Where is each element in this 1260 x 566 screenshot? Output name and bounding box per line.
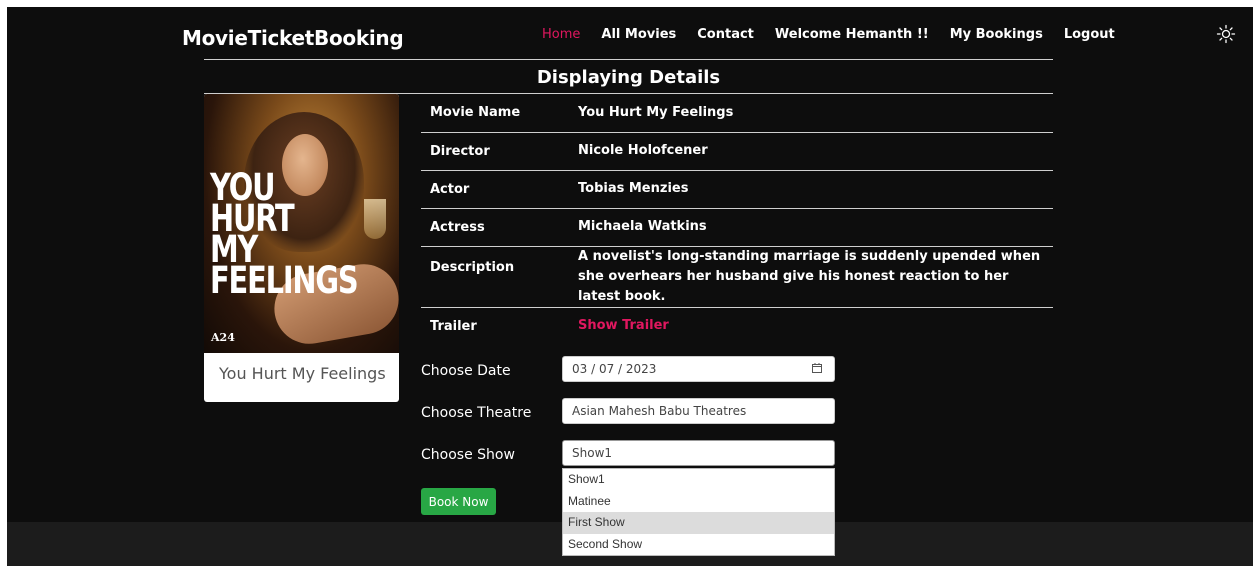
table-row: Actor Tobias Menzies <box>421 169 1053 208</box>
detail-key: Movie Name <box>430 105 521 121</box>
show-option[interactable]: Show1 <box>563 469 834 491</box>
table-row: Actress Michaela Watkins <box>421 207 1053 246</box>
choose-date-label: Choose Date <box>421 363 511 379</box>
detail-value: A novelist's long-standing marriage is s… <box>578 245 1053 307</box>
date-value: 03 / 07 / 2023 <box>572 362 657 376</box>
movie-details-table: Movie Name You Hurt My Feelings Director… <box>421 94 1053 345</box>
detail-value: You Hurt My Feelings <box>578 104 734 120</box>
detail-value: Tobias Menzies <box>578 169 1053 208</box>
show-option[interactable]: Second Show <box>563 534 834 556</box>
detail-value: Nicole Holofcener <box>578 131 1053 170</box>
poster-title: YOU HURT MY FEELINGS <box>210 166 359 302</box>
choose-show-label: Choose Show <box>421 447 515 463</box>
movie-card[interactable]: YOU HURT MY FEELINGS A24 You Hurt My Fee… <box>204 94 399 402</box>
show-dropdown-list: Show1 Matinee First Show Second Show <box>562 468 835 556</box>
nav-logout[interactable]: Logout <box>1064 27 1115 42</box>
table-row: Trailer Show Trailer <box>421 306 1053 345</box>
show-select[interactable]: Show1 <box>562 440 835 466</box>
detail-key: Trailer <box>421 306 578 345</box>
brand-logo[interactable]: MovieTicketBooking <box>182 26 404 50</box>
top-nav: Home All Movies Contact Welcome Hemanth … <box>542 27 1136 42</box>
detail-value: Michaela Watkins <box>578 207 1053 246</box>
show-trailer-link[interactable]: Show Trailer <box>578 318 669 333</box>
movie-poster: YOU HURT MY FEELINGS A24 <box>204 94 399 353</box>
detail-key: Director <box>421 131 578 170</box>
app-root: MovieTicketBooking Home All Movies Conta… <box>7 7 1253 566</box>
detail-key: Actress <box>421 207 578 246</box>
calendar-icon[interactable] <box>812 363 822 373</box>
nav-my-bookings[interactable]: My Bookings <box>950 27 1043 42</box>
detail-key: Actor <box>421 169 578 208</box>
nav-welcome-user[interactable]: Welcome Hemanth !! <box>775 27 929 42</box>
table-row: Description A novelist's long-standing m… <box>421 245 1053 307</box>
theatre-input[interactable]: Asian Mahesh Babu Theatres <box>562 398 835 424</box>
table-row: Movie Name You Hurt My Feelings <box>421 94 1053 132</box>
sun-icon[interactable] <box>1216 24 1236 44</box>
nav-contact[interactable]: Contact <box>697 27 754 42</box>
book-now-button[interactable]: Book Now <box>421 488 496 515</box>
nav-home[interactable]: Home <box>542 27 580 42</box>
table-row: Director Nicole Holofcener <box>421 131 1053 170</box>
divider-top <box>204 59 1053 60</box>
movie-card-title: You Hurt My Feelings <box>219 364 386 383</box>
date-input[interactable]: 03 / 07 / 2023 <box>562 356 835 382</box>
show-option[interactable]: First Show <box>563 512 834 534</box>
choose-theatre-label: Choose Theatre <box>421 405 532 421</box>
nav-all-movies[interactable]: All Movies <box>601 27 676 42</box>
detail-key: Description <box>421 245 578 307</box>
studio-logo: A24 <box>211 331 235 344</box>
section-title: Displaying Details <box>536 67 721 88</box>
show-option[interactable]: Matinee <box>563 491 834 513</box>
